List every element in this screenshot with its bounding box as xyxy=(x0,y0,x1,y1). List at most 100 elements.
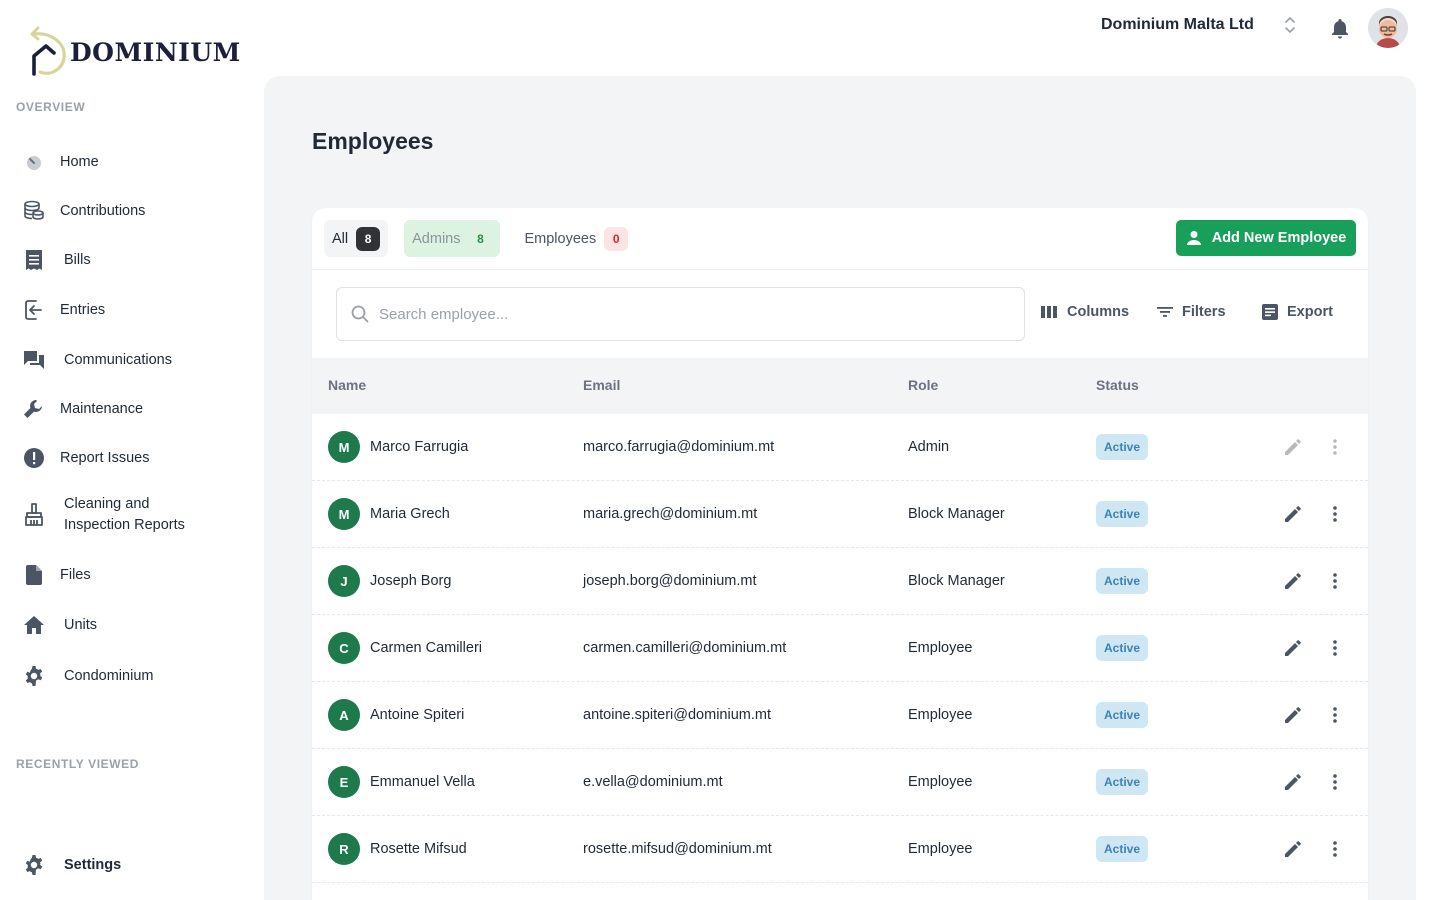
sidebar-item-home[interactable]: Home xyxy=(22,150,99,174)
search-input[interactable] xyxy=(379,305,979,323)
table-row[interactable]: M Marco Farrugia marco.farrugia@dominium… xyxy=(312,414,1368,481)
name-cell: C Carmen Camilleri xyxy=(328,615,482,681)
status-cell: Active xyxy=(1096,481,1149,547)
export-label: Export xyxy=(1287,304,1333,320)
edit-pencil-icon[interactable] xyxy=(1281,837,1305,861)
status-badge: Active xyxy=(1096,501,1149,527)
employee-avatar: R xyxy=(328,833,360,865)
coins-icon xyxy=(22,199,46,223)
sidebar-item-bills[interactable]: Bills xyxy=(22,248,91,272)
table-row[interactable]: R Rosette Mifsud rosette.mifsud@dominium… xyxy=(312,816,1368,883)
filters-label: Filters xyxy=(1182,304,1226,320)
employee-name: Antoine Spiteri xyxy=(370,707,465,723)
employee-name: Maria Grech xyxy=(370,506,450,522)
role-cell: Block Manager xyxy=(908,506,1005,522)
tab-label: Admins xyxy=(412,230,461,247)
sidebar: Dominium OVERVIEW Home Contributions Bil… xyxy=(0,0,264,900)
sidebar-item-contributions[interactable]: Contributions xyxy=(22,199,145,223)
employee-name: Marco Farrugia xyxy=(370,439,469,455)
edit-pencil-icon[interactable] xyxy=(1281,435,1305,459)
tab-admins[interactable]: Admins 8 xyxy=(404,220,501,257)
edit-pencil-icon[interactable] xyxy=(1281,770,1305,794)
sidebar-item-label: Units xyxy=(64,616,98,633)
sidebar-item-entries[interactable]: Entries xyxy=(22,298,105,322)
login-icon xyxy=(22,298,46,322)
sidebar-item-units[interactable]: Units xyxy=(22,613,97,637)
column-header-status[interactable]: Status xyxy=(1096,377,1139,393)
email-cell: rosette.mifsud@dominium.mt xyxy=(583,841,772,857)
role-cell: Employee xyxy=(908,707,973,723)
more-options-icon[interactable] xyxy=(1323,703,1347,727)
status-badge: Active xyxy=(1096,434,1149,460)
user-avatar[interactable] xyxy=(1368,8,1408,48)
tab-label: All xyxy=(332,230,349,247)
sidebar-item-label: Condominium xyxy=(64,667,154,684)
sidebar-item-maintenance[interactable]: Maintenance xyxy=(22,397,143,421)
tab-count-badge: 8 xyxy=(477,231,484,246)
notifications-bell-icon[interactable] xyxy=(1328,16,1352,40)
sidebar-item-condominium[interactable]: Condominium xyxy=(22,664,153,688)
table-row[interactable]: A Antoine Spiteri antoine.spiteri@domini… xyxy=(312,682,1368,749)
status-cell: Active xyxy=(1096,414,1149,480)
email-cell: maria.grech@dominium.mt xyxy=(583,506,758,522)
status-cell: Active xyxy=(1096,749,1149,815)
name-cell: M Marco Farrugia xyxy=(328,414,468,480)
employee-avatar: C xyxy=(328,632,360,664)
sidebar-item-label: Report Issues xyxy=(60,449,150,466)
table-row[interactable]: C Carmen Camilleri carmen.camilleri@domi… xyxy=(312,615,1368,682)
edit-pencil-icon[interactable] xyxy=(1281,502,1305,526)
sidebar-item-files[interactable]: Files xyxy=(22,563,91,587)
sidebar-item-label: Bills xyxy=(64,251,91,268)
gauge-icon xyxy=(22,150,46,174)
employee-name: Rosette Mifsud xyxy=(370,841,467,857)
export-button[interactable]: Export xyxy=(1262,304,1333,320)
sidebar-item-label: Communications xyxy=(64,351,172,368)
column-header-name[interactable]: Name xyxy=(328,377,366,393)
sidebar-item-report-issues[interactable]: Report Issues xyxy=(22,446,149,470)
sidebar-item-communications[interactable]: Communications xyxy=(22,348,172,372)
table-row[interactable]: M Maria Grech maria.grech@dominium.mt Bl… xyxy=(312,481,1368,548)
brand-name: Dominium xyxy=(70,37,241,67)
more-options-icon[interactable] xyxy=(1323,770,1347,794)
email-cell: carmen.camilleri@dominium.mt xyxy=(583,640,787,656)
sidebar-item-label: Home xyxy=(60,153,99,170)
more-options-icon[interactable] xyxy=(1323,636,1347,660)
add-new-employee-label: Add New Employee xyxy=(1211,230,1347,246)
more-options-icon[interactable] xyxy=(1323,569,1347,593)
sidebar-item-settings[interactable]: Settings xyxy=(22,853,121,877)
table-row[interactable]: E Emmanuel Vella e.vella@dominium.mt Emp… xyxy=(312,749,1368,816)
more-options-icon[interactable] xyxy=(1323,837,1347,861)
email-cell: marco.farrugia@dominium.mt xyxy=(583,439,775,455)
edit-pencil-icon[interactable] xyxy=(1281,569,1305,593)
tab-employees[interactable]: Employees 0 xyxy=(516,220,636,257)
role-cell: Admin xyxy=(908,439,950,455)
sidebar-item-cleaning-reports[interactable]: Cleaning and Inspection Reports xyxy=(22,494,185,536)
tab-count-badge: 8 xyxy=(356,226,381,251)
add-new-employee-button[interactable]: Add New Employee xyxy=(1176,220,1356,256)
house-icon xyxy=(22,613,46,637)
columns-button[interactable]: Columns xyxy=(1041,304,1129,320)
employee-name: Joseph Borg xyxy=(370,573,452,589)
overview-section-label: OVERVIEW xyxy=(16,100,86,114)
column-header-role[interactable]: Role xyxy=(908,377,938,393)
email-cell: e.vella@dominium.mt xyxy=(583,774,723,790)
page-title: Employees xyxy=(312,128,434,154)
search-field[interactable] xyxy=(336,287,1025,341)
main-content: Employees All 8 Admins 8 Employees 0 Add… xyxy=(264,76,1416,900)
employee-name: Emmanuel Vella xyxy=(370,774,475,790)
table-row[interactable]: J Joseph Borg joseph.borg@dominium.mt Bl… xyxy=(312,548,1368,615)
role-cell: Employee xyxy=(908,774,973,790)
status-badge: Active xyxy=(1096,568,1149,594)
column-header-email[interactable]: Email xyxy=(583,377,620,393)
tab-all[interactable]: All 8 xyxy=(324,220,389,257)
more-options-icon[interactable] xyxy=(1323,502,1347,526)
organization-selector[interactable]: Dominium Malta Ltd xyxy=(1101,16,1296,34)
edit-pencil-icon[interactable] xyxy=(1281,703,1305,727)
edit-pencil-icon[interactable] xyxy=(1281,636,1305,660)
sidebar-item-label-line1: Cleaning and xyxy=(64,496,150,512)
name-cell: E Emmanuel Vella xyxy=(328,749,475,815)
filter-tabs: All 8 Admins 8 Employees 0 xyxy=(324,220,652,257)
filters-button[interactable]: Filters xyxy=(1157,304,1226,320)
more-options-icon[interactable] xyxy=(1323,435,1347,459)
brand-logo[interactable]: Dominium xyxy=(28,20,241,76)
